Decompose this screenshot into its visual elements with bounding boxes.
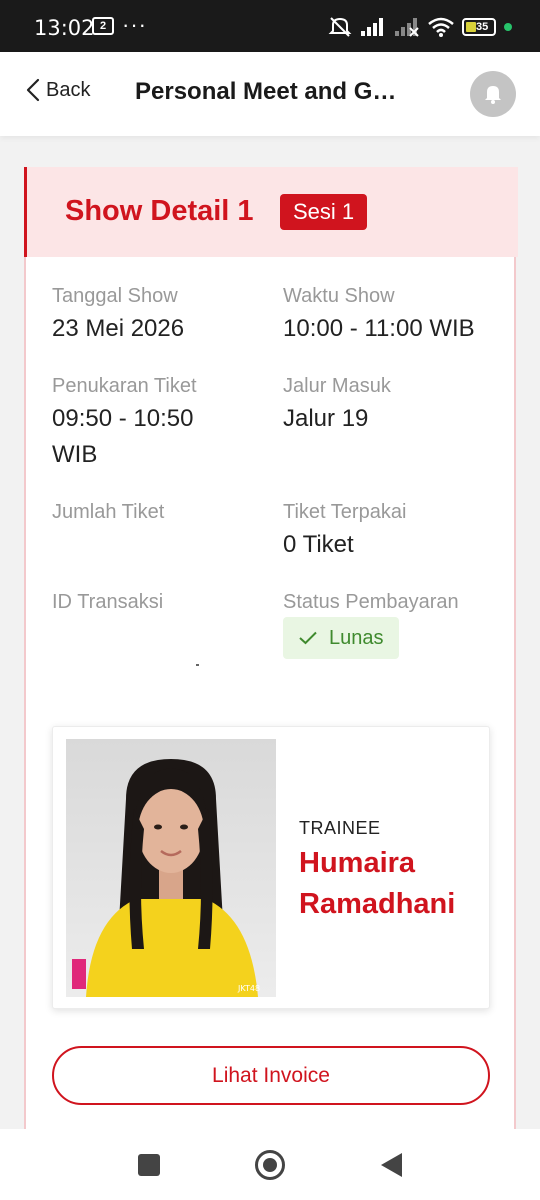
member-name: Humaira Ramadhani bbox=[299, 847, 456, 920]
check-icon bbox=[299, 631, 317, 645]
gate-label: Jalur Masuk bbox=[283, 375, 391, 397]
back-button[interactable]: Back bbox=[26, 78, 90, 102]
status-icons: 35 bbox=[328, 15, 512, 39]
battery-icon: 35 bbox=[462, 18, 496, 36]
signal-off-icon bbox=[395, 18, 419, 37]
payment-status-value: Lunas bbox=[329, 626, 384, 649]
time-value: 10:00 - 11:00 WIB bbox=[283, 315, 475, 342]
mute-icon bbox=[328, 17, 352, 37]
home-button[interactable] bbox=[255, 1150, 285, 1180]
gate-value: Jalur 19 bbox=[283, 405, 369, 432]
divider-dot bbox=[196, 664, 199, 666]
time-label: Waktu Show bbox=[283, 285, 395, 307]
member-card: JKT48 TRAINEE Humaira Ramadhani bbox=[52, 726, 490, 1009]
recents-button[interactable] bbox=[138, 1154, 160, 1176]
battery-level: 35 bbox=[476, 21, 489, 33]
notification-button[interactable] bbox=[470, 71, 516, 117]
session-badge: Sesi 1 bbox=[280, 194, 368, 230]
wifi-icon bbox=[428, 17, 454, 37]
page-title: Personal Meet and Gr… bbox=[135, 78, 403, 105]
exchange-value: 09:50 - 10:50 WIB bbox=[52, 405, 194, 468]
signal-icon bbox=[361, 18, 383, 36]
date-label: Tanggal Show bbox=[52, 285, 178, 307]
view-invoice-button[interactable]: Lihat Invoice bbox=[52, 1046, 490, 1105]
member-portrait: JKT48 bbox=[72, 759, 260, 997]
ellipsis-icon: ··· bbox=[122, 12, 147, 37]
show-detail-card: Show Detail 1 Sesi 1 Tanggal Show 23 Mei… bbox=[24, 167, 518, 1147]
status-indicator-dot bbox=[504, 23, 512, 31]
show-detail-title: Show Detail 1 bbox=[65, 195, 254, 227]
member-photo: JKT48 bbox=[66, 739, 276, 997]
back-label: Back bbox=[46, 78, 91, 101]
status-time: 13:02 bbox=[34, 16, 95, 40]
payment-status-badge: Lunas bbox=[283, 617, 399, 659]
exchange-label: Penukaran Tiket bbox=[52, 375, 197, 397]
payment-status-label: Status Pembayaran bbox=[283, 591, 459, 613]
system-nav-bar bbox=[0, 1129, 540, 1200]
transaction-id-label: ID Transaksi bbox=[52, 591, 164, 613]
chevron-left-icon bbox=[26, 78, 40, 102]
status-bar: 13:02 2 ··· 35 bbox=[0, 0, 540, 52]
ticket-qty-label: Jumlah Tiket bbox=[52, 501, 165, 523]
ticket-used-value: 0 Tiket bbox=[283, 531, 354, 558]
member-type: TRAINEE bbox=[299, 818, 381, 838]
system-back-button[interactable] bbox=[381, 1153, 402, 1177]
photo-watermark: JKT48 bbox=[237, 984, 260, 993]
sim-2-icon: 2 bbox=[92, 17, 114, 35]
bell-icon bbox=[485, 86, 501, 104]
app-header: Back Personal Meet and Gr… bbox=[0, 52, 540, 136]
date-value: 23 Mei 2026 bbox=[52, 315, 185, 342]
show-detail-header: Show Detail 1 Sesi 1 bbox=[24, 167, 518, 257]
ticket-used-label: Tiket Terpakai bbox=[283, 501, 407, 523]
